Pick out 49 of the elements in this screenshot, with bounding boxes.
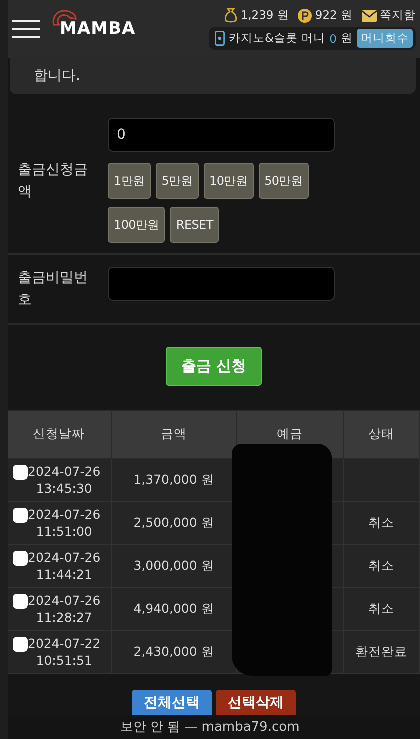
row-checkbox[interactable] (13, 551, 28, 566)
status-cell: 취소 (368, 558, 394, 572)
status-cell: 취소 (368, 514, 394, 530)
amount-preset-button[interactable]: 10만원 (204, 163, 254, 199)
row-checkbox[interactable] (13, 637, 28, 652)
notice-text: 합니다. (34, 67, 80, 85)
amount-input[interactable]: 0 (108, 118, 335, 152)
row-checkbox[interactable] (13, 508, 28, 523)
amount-preset-button[interactable]: 5만원 (156, 163, 198, 199)
card-icon (215, 31, 226, 46)
column-header: 금액 (112, 410, 236, 458)
amount-preset-button[interactable]: 100만원 (108, 207, 166, 243)
password-input[interactable] (108, 267, 335, 301)
delete-selected-button[interactable]: 선택삭제 (216, 690, 296, 715)
status-cell: 환전완료 (356, 644, 408, 658)
amount-cell: 2,430,000 원 (134, 644, 214, 658)
withdraw-request-button[interactable]: 출금 신청 (166, 347, 262, 386)
row-checkbox[interactable] (13, 594, 28, 609)
password-label: 출금비밀번호 (17, 269, 89, 310)
amount-preset-button[interactable]: 50만원 (258, 163, 309, 199)
casino-money-label: 카지노&슬롯 머니 (229, 31, 326, 46)
currency-unit: 원 (341, 31, 353, 46)
point-coin-icon (298, 8, 312, 22)
amount-label: 출금신청금액 (17, 160, 89, 202)
row-checkbox[interactable] (13, 465, 28, 480)
amount-cell: 4,940,000 원 (134, 600, 214, 616)
amount-cell: 1,370,000 원 (134, 472, 214, 486)
messages-link[interactable]: 쪽지함 (380, 8, 416, 23)
points-amount: 922 원 (315, 8, 353, 23)
amount-preset-button[interactable]: RESET (170, 207, 220, 243)
amount-cell: 3,000,000 원 (134, 558, 214, 572)
request-datetime: 2024-07-22 10:51:51 (28, 635, 101, 669)
logo-text: MAMBA (60, 19, 136, 39)
casino-money-amount: 0 (330, 32, 337, 46)
money-bag-icon (224, 8, 238, 23)
balance-amount: 1,239 원 (240, 8, 290, 23)
amount-cell: 2,500,000 원 (134, 514, 214, 530)
envelope-icon[interactable] (362, 10, 377, 22)
request-datetime: 2024-07-26 11:44:21 (28, 549, 101, 583)
request-datetime: 2024-07-26 11:28:27 (28, 592, 101, 626)
url-text: 보안 안 됨 — mamba79.com (120, 719, 300, 736)
status-cell: 취소 (368, 600, 394, 616)
request-datetime: 2024-07-26 13:45:30 (28, 463, 101, 497)
select-all-button[interactable]: 전체선택 (132, 690, 212, 715)
column-header: 신청날짜 (8, 410, 112, 458)
column-header: 상태 (344, 410, 420, 458)
request-datetime: 2024-07-26 11:51:00 (28, 506, 101, 540)
menu-icon[interactable] (12, 19, 40, 39)
amount-preset-button[interactable]: 1만원 (108, 163, 151, 199)
